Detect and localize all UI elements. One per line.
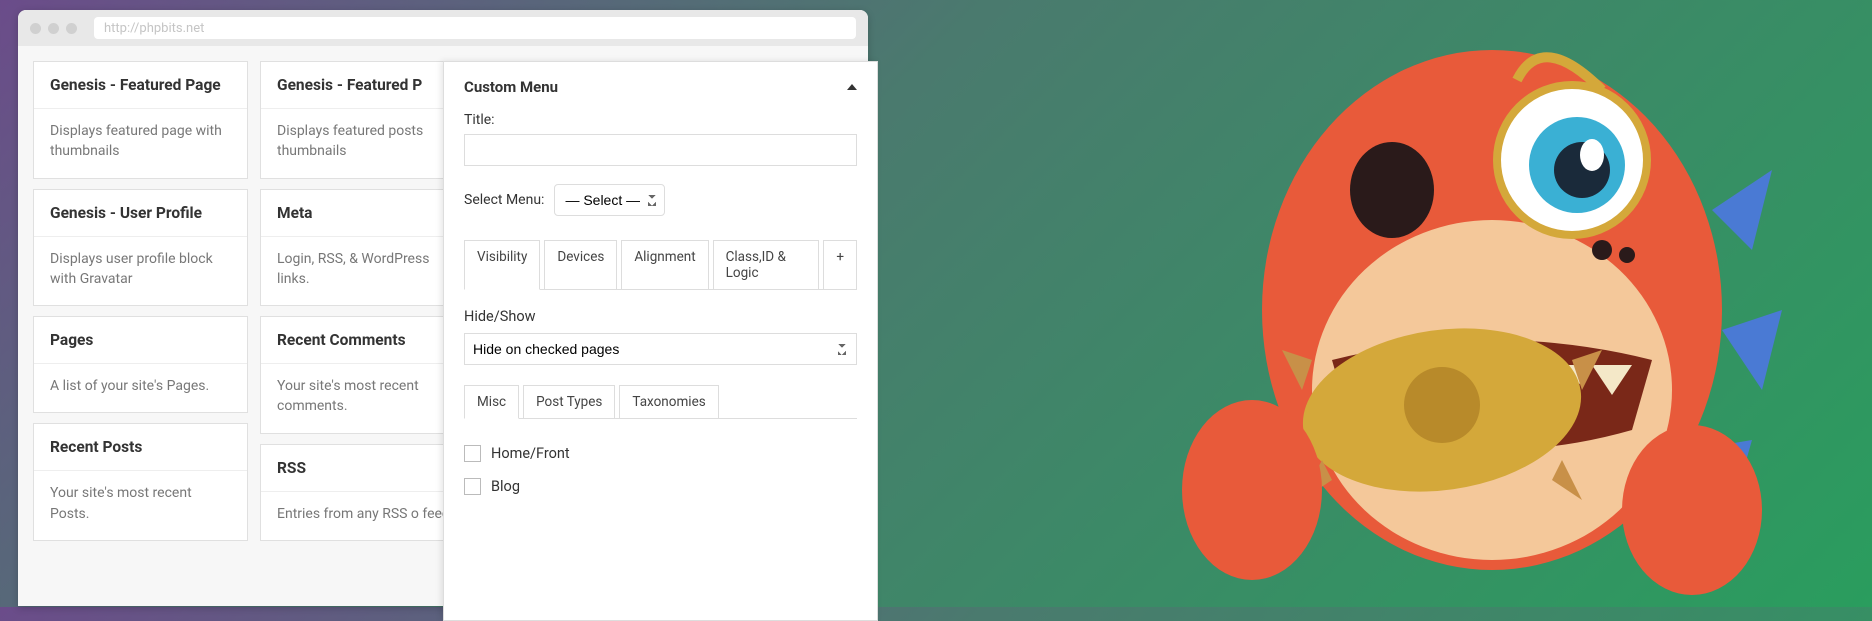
widget-item[interactable]: Genesis - Featured PageDisplays featured… <box>33 61 248 179</box>
widget-desc: Your site's most recent Posts. <box>34 471 247 540</box>
hideshow-select[interactable]: Hide on checked pages <box>464 333 857 365</box>
widget-col-1: Genesis - Featured PageDisplays featured… <box>33 61 248 591</box>
close-dot-icon[interactable] <box>30 23 41 34</box>
subtab-post-types[interactable]: Post Types <box>523 385 615 419</box>
widget-title: Genesis - Featured Page <box>34 62 247 109</box>
menu-select[interactable]: — Select — <box>554 184 665 216</box>
widget-title: Genesis - User Profile <box>34 190 247 237</box>
mascot-image <box>1132 10 1852 600</box>
check-blog-input[interactable] <box>464 478 481 495</box>
tab-class-id-logic[interactable]: Class,ID & Logic <box>713 240 820 290</box>
check-home-input[interactable] <box>464 445 481 462</box>
browser-window: http://phpbits.net Genesis - Featured Pa… <box>18 10 868 606</box>
collapse-icon <box>847 84 857 90</box>
widget-item[interactable]: PagesA list of your site's Pages. <box>33 316 248 413</box>
title-input[interactable] <box>464 134 857 166</box>
tab-alignment[interactable]: Alignment <box>621 240 708 290</box>
check-blog-label: Blog <box>491 478 520 495</box>
tab-add[interactable]: + <box>823 240 857 290</box>
title-label: Title: <box>464 112 857 128</box>
tab-visibility[interactable]: Visibility <box>464 240 540 290</box>
widget-settings-panel: Custom Menu Title: Select Menu: — Select… <box>443 61 878 621</box>
widget-desc: Displays user profile block with Gravata… <box>34 237 247 306</box>
widget-desc: A list of your site's Pages. <box>34 364 247 412</box>
panel-title: Custom Menu <box>464 78 558 96</box>
widget-item[interactable]: Genesis - User ProfileDisplays user prof… <box>33 189 248 307</box>
subtab-taxonomies[interactable]: Taxonomies <box>619 385 718 419</box>
panel-header[interactable]: Custom Menu <box>444 62 877 112</box>
widget-item[interactable]: Recent PostsYour site's most recent Post… <box>33 423 248 541</box>
subtab-misc[interactable]: Misc <box>464 385 519 419</box>
url-bar[interactable]: http://phpbits.net <box>94 17 856 39</box>
minimize-dot-icon[interactable] <box>48 23 59 34</box>
widget-title: Recent Posts <box>34 424 247 471</box>
hideshow-label: Hide/Show <box>464 308 857 325</box>
check-home-label: Home/Front <box>491 445 570 462</box>
widget-area: Genesis - Featured PageDisplays featured… <box>18 46 868 606</box>
check-home[interactable]: Home/Front <box>464 437 857 470</box>
misc-content: Home/Front Blog <box>464 418 857 521</box>
widget-desc: Displays featured page with thumbnails <box>34 109 247 178</box>
check-blog[interactable]: Blog <box>464 470 857 503</box>
visibility-content: Hide/Show Hide on checked pages Misc Pos… <box>464 289 857 539</box>
panel-form: Title: Select Menu: — Select — Visibilit… <box>444 112 877 539</box>
settings-tabs: Visibility Devices Alignment Class,ID & … <box>464 240 857 290</box>
maximize-dot-icon[interactable] <box>66 23 77 34</box>
widget-title: Pages <box>34 317 247 364</box>
browser-chrome: http://phpbits.net <box>18 10 868 46</box>
tab-devices[interactable]: Devices <box>544 240 617 290</box>
menu-label: Select Menu: <box>464 192 544 208</box>
subtabs: Misc Post Types Taxonomies <box>464 385 857 419</box>
